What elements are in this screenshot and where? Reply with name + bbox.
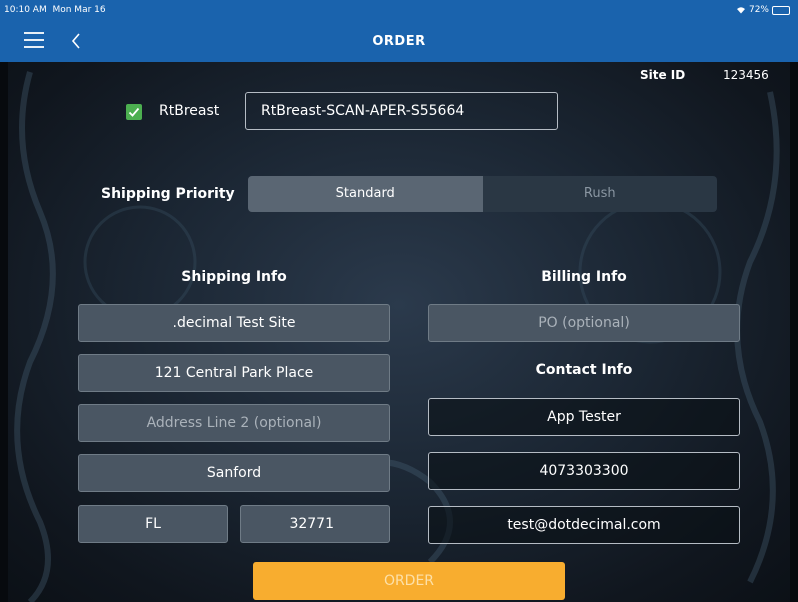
site-name-field[interactable]: .decimal Test Site (78, 304, 390, 342)
address-line2-field[interactable]: Address Line 2 (optional) (78, 404, 390, 442)
scan-field[interactable]: RtBreast-SCAN-APER-S55664 (245, 92, 558, 130)
shipping-priority-selector: Standard Rush (248, 176, 717, 212)
wifi-icon (736, 7, 745, 14)
status-time: 10:10 AM Mon Mar 16 (4, 5, 106, 15)
po-field[interactable]: PO (optional) (428, 304, 740, 342)
contact-info-title: Contact Info (535, 362, 633, 378)
status-bar: 10:10 AM Mon Mar 16 72% (0, 0, 798, 22)
order-form: Site ID 123456 RtBreast RtBreast-SCAN-AP… (0, 62, 798, 602)
shipping-priority-label: Shipping Priority (101, 186, 235, 202)
scan-label: RtBreast (159, 103, 220, 119)
state-field[interactable]: FL (78, 505, 228, 543)
shipping-info-title: Shipping Info (181, 269, 287, 285)
contact-phone-field[interactable]: 4073303300 (428, 452, 740, 490)
priority-option-rush[interactable]: Rush (483, 176, 718, 212)
contact-email-field[interactable]: test@dotdecimal.com (428, 506, 740, 544)
city-field[interactable]: Sanford (78, 454, 390, 492)
address-line1-field[interactable]: 121 Central Park Place (78, 354, 390, 392)
site-id-label: Site ID (640, 68, 686, 82)
scan-checkbox[interactable] (126, 104, 142, 120)
battery-percent: 72% (748, 5, 769, 15)
zip-field[interactable]: 32771 (240, 505, 390, 543)
order-button[interactable]: ORDER (253, 562, 565, 600)
status-right: 72% (736, 5, 790, 15)
page-title: ORDER (372, 34, 426, 49)
site-id-value: 123456 (723, 68, 769, 82)
checkmark-icon (128, 107, 140, 117)
priority-option-standard[interactable]: Standard (248, 176, 483, 212)
contact-name-field[interactable]: App Tester (428, 398, 740, 436)
battery-icon (772, 5, 790, 15)
billing-info-title: Billing Info (541, 269, 627, 285)
nav-bar: ORDER (0, 22, 798, 62)
